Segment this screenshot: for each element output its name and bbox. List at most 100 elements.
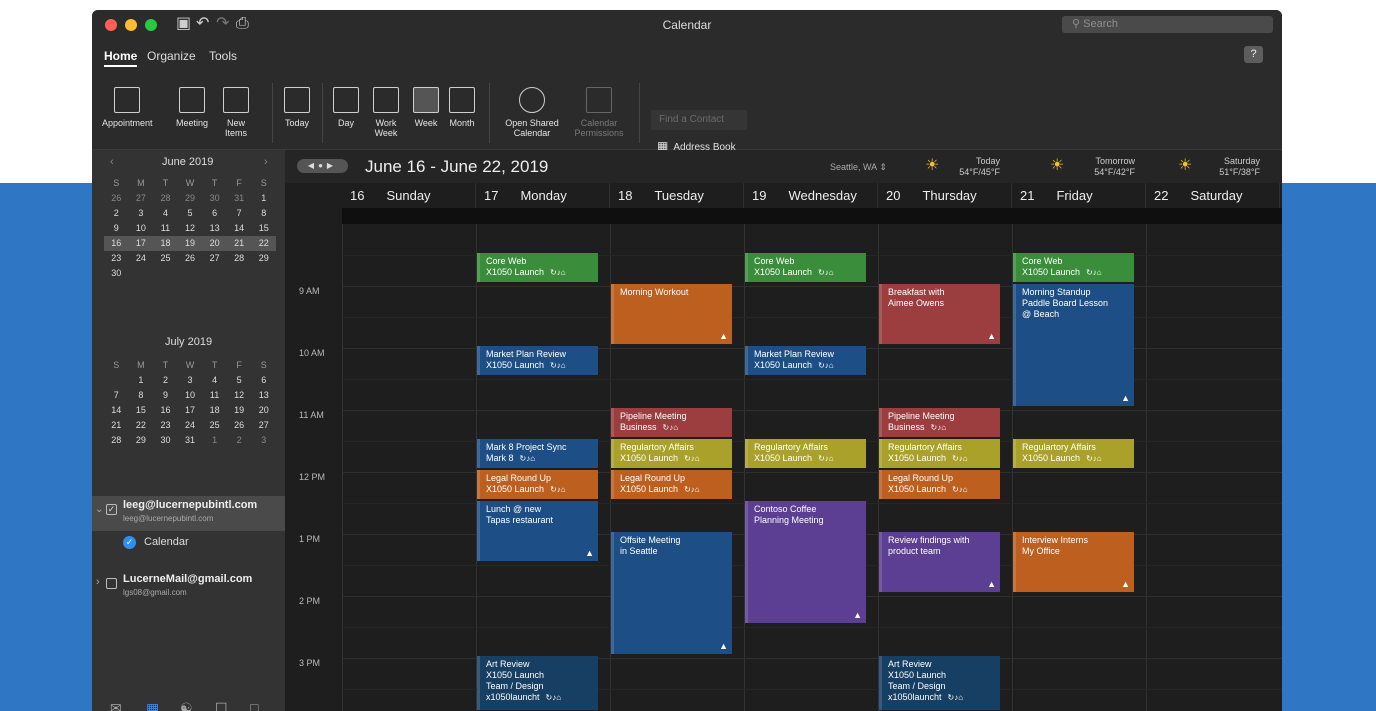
event-art-mon[interactable]: Art Review X1050 Launch Team / Design x1050…: [477, 655, 598, 710]
event-core-web-fri[interactable]: Core Web X1050 Launch ↻♪⌂: [1013, 252, 1134, 282]
day-cell[interactable]: 16: [104, 236, 129, 251]
day-header-monday[interactable]: 17 Monday: [476, 183, 610, 208]
day-header-friday[interactable]: 21 Friday: [1012, 183, 1146, 208]
event-offsite[interactable]: Offsite Meeting in Seattle ▲: [611, 531, 732, 654]
day-cell[interactable]: 25: [202, 418, 227, 433]
event-market-mon[interactable]: Market Plan Review X1050 Launch ↻♪⌂: [477, 345, 598, 375]
event-review[interactable]: Review findings with product team ▲: [879, 531, 1000, 592]
event-reg-fri[interactable]: Regulartory Affairs X1050 Launch ↻♪⌂: [1013, 438, 1134, 468]
find-contact-input[interactable]: Find a Contact: [651, 110, 747, 130]
day-cell[interactable]: 5: [227, 373, 252, 388]
day-cell[interactable]: [129, 266, 154, 281]
day-cell[interactable]: 28: [153, 191, 178, 206]
prev-month-arrow[interactable]: ‹: [110, 156, 114, 168]
day-cell[interactable]: 14: [104, 403, 129, 418]
tab-tools[interactable]: Tools: [209, 49, 237, 63]
mail-icon[interactable]: ✉: [110, 700, 122, 711]
event-mark8[interactable]: Mark 8 Project Sync Mark 8 ↻♪⌂: [477, 438, 598, 468]
day-cell[interactable]: 9: [104, 221, 129, 236]
day-cell[interactable]: 5: [178, 206, 203, 221]
day-cell[interactable]: [227, 266, 252, 281]
day-cell[interactable]: 10: [129, 221, 154, 236]
day-cell[interactable]: 2: [153, 373, 178, 388]
week-view-button[interactable]: Week: [410, 87, 442, 128]
account-checkbox[interactable]: ✓: [106, 504, 117, 515]
tab-organize[interactable]: Organize: [147, 49, 196, 63]
day-cell[interactable]: 21: [227, 236, 252, 251]
day-cell[interactable]: 18: [153, 236, 178, 251]
day-cell[interactable]: 11: [202, 388, 227, 403]
collapse-chevron-icon[interactable]: ⌄: [95, 504, 103, 515]
day-cell[interactable]: 1: [251, 191, 276, 206]
day-cell[interactable]: 22: [129, 418, 154, 433]
account-item-lucernemail[interactable]: › LucerneMail@gmail.com lgs08@gmail.com: [92, 570, 285, 605]
day-cell[interactable]: 1: [202, 433, 227, 448]
day-cell[interactable]: 26: [178, 251, 203, 266]
day-cell[interactable]: [178, 266, 203, 281]
event-reg-thu[interactable]: Regulartory Affairs X1050 Launch ↻♪⌂: [879, 438, 1000, 468]
day-cell[interactable]: 18: [202, 403, 227, 418]
day-cell[interactable]: [104, 373, 129, 388]
day-cell[interactable]: 31: [178, 433, 203, 448]
calendar-item[interactable]: ✓ Calendar: [92, 534, 285, 554]
new-items-button[interactable]: New Items: [216, 87, 256, 138]
day-cell[interactable]: 11: [153, 221, 178, 236]
day-cell[interactable]: 24: [178, 418, 203, 433]
event-contoso[interactable]: Contoso Coffee Planning Meeting ▲: [745, 500, 866, 623]
day-cell[interactable]: 28: [104, 433, 129, 448]
day-cell[interactable]: 9: [153, 388, 178, 403]
day-header-thursday[interactable]: 20 Thursday: [878, 183, 1012, 208]
event-breakfast[interactable]: Breakfast with Aimee Owens ▲: [879, 283, 1000, 344]
event-standup[interactable]: Morning Standup Paddle Board Lesson @ Beac…: [1013, 283, 1134, 406]
next-month-arrow[interactable]: ›: [264, 156, 268, 168]
day-cell[interactable]: 14: [227, 221, 252, 236]
day-cell[interactable]: 16: [153, 403, 178, 418]
day-cell[interactable]: 21: [104, 418, 129, 433]
day-cell[interactable]: 3: [129, 206, 154, 221]
day-view-button[interactable]: Day: [332, 87, 360, 128]
calendar-permissions-button[interactable]: Calendar Permissions: [569, 87, 629, 138]
day-cell[interactable]: 30: [202, 191, 227, 206]
all-day-row[interactable]: [342, 208, 1282, 224]
day-cell[interactable]: 22: [251, 236, 276, 251]
day-cell[interactable]: 28: [227, 251, 252, 266]
day-cell[interactable]: [153, 266, 178, 281]
event-legal-mon[interactable]: Legal Round Up X1050 Launch ↻♪⌂: [477, 469, 598, 499]
month-view-button[interactable]: Month: [445, 87, 479, 128]
day-header-sunday[interactable]: 16 Sunday: [342, 183, 476, 208]
event-core-web-mon[interactable]: Core Web X1050 Launch ↻♪⌂: [477, 252, 598, 282]
event-legal-thu[interactable]: Legal Round Up X1050 Launch ↻♪⌂: [879, 469, 1000, 499]
day-cell[interactable]: 15: [129, 403, 154, 418]
day-cell[interactable]: 8: [129, 388, 154, 403]
day-cell[interactable]: 20: [251, 403, 276, 418]
day-cell[interactable]: 27: [251, 418, 276, 433]
day-cell[interactable]: [202, 266, 227, 281]
day-cell[interactable]: 27: [129, 191, 154, 206]
day-cell[interactable]: 29: [178, 191, 203, 206]
work-week-view-button[interactable]: Work Week: [371, 87, 401, 138]
today-button[interactable]: Today: [278, 87, 316, 128]
day-cell[interactable]: 24: [129, 251, 154, 266]
day-cell[interactable]: 26: [104, 191, 129, 206]
search-input[interactable]: ⚲ Search: [1062, 16, 1273, 33]
day-cell[interactable]: 23: [153, 418, 178, 433]
day-cell[interactable]: 31: [227, 191, 252, 206]
account-item-leeg[interactable]: ⌄ ✓ leeg@lucernepubintl.com leeg@lucerne…: [92, 496, 285, 531]
appointment-button[interactable]: Appointment: [102, 87, 153, 128]
meeting-button[interactable]: Meeting: [172, 87, 212, 128]
day-header-tuesday[interactable]: 18 Tuesday: [610, 183, 744, 208]
day-cell[interactable]: 12: [178, 221, 203, 236]
day-cell[interactable]: 13: [202, 221, 227, 236]
account-checkbox[interactable]: [106, 578, 117, 589]
day-cell[interactable]: 6: [202, 206, 227, 221]
event-interview[interactable]: Interview Interns My Office ▲: [1013, 531, 1134, 592]
day-cell[interactable]: 29: [251, 251, 276, 266]
tab-home[interactable]: Home: [104, 49, 138, 67]
day-cell[interactable]: 3: [251, 433, 276, 448]
day-cell[interactable]: 4: [202, 373, 227, 388]
day-cell[interactable]: 27: [202, 251, 227, 266]
day-cell[interactable]: 3: [178, 373, 203, 388]
day-cell[interactable]: 20: [202, 236, 227, 251]
day-cell[interactable]: 13: [251, 388, 276, 403]
week-nav-arrows[interactable]: ◀●▶: [297, 159, 348, 173]
